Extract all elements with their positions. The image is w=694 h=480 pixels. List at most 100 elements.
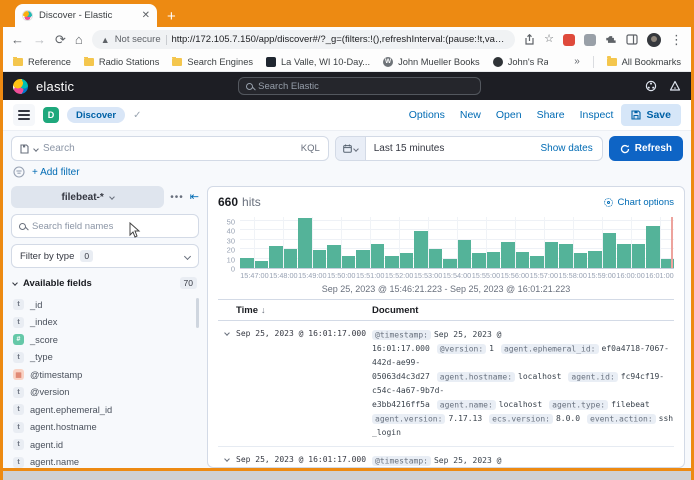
histogram-bar[interactable] (646, 226, 660, 268)
browser-menu-icon[interactable]: ⋮ (670, 33, 683, 46)
bookmarks-overflow-icon[interactable]: » (574, 56, 580, 67)
available-fields-header[interactable]: Available fields 70 (11, 274, 199, 290)
histogram-bar[interactable] (530, 256, 544, 268)
histogram-bar[interactable] (385, 256, 399, 268)
filter-by-type-select[interactable]: Filter by type 0 (11, 244, 199, 268)
not-secure-label[interactable]: Not secure (115, 34, 161, 45)
saved-query-icon[interactable] (20, 144, 29, 154)
menu-hamburger-icon[interactable] (13, 104, 35, 126)
toolbar-action-open[interactable]: Open (496, 109, 522, 121)
add-filter-link[interactable]: + Add filter (32, 167, 80, 178)
share-icon[interactable] (524, 34, 535, 45)
field-item[interactable]: t_type (11, 349, 199, 367)
histogram-bar[interactable] (371, 244, 385, 268)
histogram-bar[interactable] (617, 244, 631, 268)
all-bookmarks-button[interactable]: All Bookmarks (607, 57, 681, 67)
calendar-button[interactable] (336, 137, 366, 160)
breadcrumb[interactable]: Discover (67, 107, 125, 123)
bookmark-item[interactable]: WJohn Mueller Books (383, 57, 480, 67)
row-document[interactable]: @timestamp:Sep 25, 2023 @ 16:01:17.000@v… (372, 454, 674, 467)
histogram-bar[interactable] (458, 240, 472, 268)
histogram-bar[interactable] (632, 244, 646, 268)
histogram-bar[interactable] (269, 246, 283, 268)
global-search-input[interactable]: Search Elastic (238, 77, 481, 95)
histogram-bar[interactable] (356, 250, 370, 268)
time-range-value[interactable]: Last 15 minutes (366, 143, 541, 154)
histogram-bar[interactable] (545, 242, 559, 268)
histogram-bar[interactable] (574, 253, 588, 268)
forward-icon[interactable]: → (33, 33, 46, 46)
elastic-logo-icon[interactable] (13, 79, 28, 94)
field-item[interactable]: tagent.id (11, 436, 199, 454)
toolbar-action-options[interactable]: Options (409, 109, 445, 121)
refresh-button[interactable]: Refresh (609, 136, 683, 161)
new-tab-button[interactable]: + (167, 9, 176, 24)
reload-icon[interactable]: ⟳ (55, 33, 66, 46)
chevron-down-icon[interactable] (33, 146, 39, 152)
histogram-bar[interactable] (255, 261, 269, 268)
histogram-bar[interactable] (588, 251, 602, 268)
bookmark-item[interactable]: Radio Stations (84, 57, 159, 67)
field-item[interactable]: t@version (11, 384, 199, 402)
sidebar-scrollbar[interactable] (196, 298, 199, 328)
histogram-bar[interactable] (487, 252, 501, 268)
histogram-bar[interactable] (443, 259, 457, 268)
histogram-bar[interactable] (342, 256, 356, 268)
field-item[interactable]: #_score (11, 331, 199, 349)
address-bar[interactable]: ▲ Not secure http://172.105.7.150/app/di… (92, 30, 515, 49)
cluster-icon[interactable] (645, 80, 657, 92)
sidebar-options-icon[interactable]: ••• (170, 192, 184, 203)
kql-toggle[interactable]: KQL (301, 143, 320, 154)
time-column-header[interactable]: Time ↓ (236, 305, 372, 316)
histogram-bar[interactable] (501, 242, 515, 268)
expand-row-button[interactable] (218, 328, 236, 440)
histogram-bar[interactable] (603, 233, 617, 268)
chart-options-link[interactable]: Chart options (604, 197, 674, 208)
extension-red-icon[interactable] (563, 34, 575, 46)
back-icon[interactable]: ← (11, 33, 24, 46)
histogram-bar[interactable] (429, 249, 443, 268)
expand-row-button[interactable] (218, 454, 236, 467)
show-dates-link[interactable]: Show dates (540, 143, 601, 154)
bookmark-item[interactable]: Reference (13, 57, 71, 67)
histogram-bar[interactable] (414, 231, 428, 268)
histogram-bar[interactable] (240, 258, 254, 268)
histogram-bar[interactable] (400, 253, 414, 268)
browser-tab[interactable]: Discover - Elastic ✕ (15, 4, 157, 27)
bookmark-item[interactable]: La Valle, WI 10-Day... (266, 57, 370, 67)
save-button[interactable]: Save (621, 104, 681, 126)
histogram-bar[interactable] (516, 252, 530, 268)
tab-close-icon[interactable]: ✕ (142, 11, 150, 21)
field-search-input[interactable]: Search field names (11, 214, 199, 238)
alerts-icon[interactable] (669, 80, 681, 92)
toolbar-action-new[interactable]: New (460, 109, 481, 121)
url-text[interactable]: http://172.105.7.150/app/discover#/?_g=(… (171, 34, 506, 45)
histogram-bar[interactable] (313, 250, 327, 268)
sort-descending-icon[interactable]: ↓ (261, 305, 266, 315)
toolbar-action-share[interactable]: Share (537, 109, 565, 121)
histogram-bar[interactable] (559, 244, 573, 268)
query-search-input[interactable]: Search KQL (11, 136, 329, 161)
index-pattern-selector[interactable]: filebeat-* (11, 186, 164, 208)
profile-avatar[interactable] (647, 33, 661, 47)
field-item[interactable]: tagent.ephemeral_id (11, 401, 199, 419)
histogram-bar[interactable] (327, 245, 341, 268)
extension-gray-icon[interactable] (584, 34, 596, 46)
field-item[interactable]: t_id (11, 296, 199, 314)
bookmark-star-icon[interactable]: ☆ (544, 34, 554, 45)
field-item[interactable]: t_index (11, 314, 199, 332)
collapse-sidebar-icon[interactable]: ⇤ (190, 192, 199, 203)
field-item[interactable]: tagent.name (11, 454, 199, 469)
home-icon[interactable]: ⌂ (75, 33, 83, 46)
field-item[interactable]: ▦@timestamp (11, 366, 199, 384)
date-picker[interactable]: Last 15 minutes Show dates (335, 136, 603, 161)
bookmark-item[interactable]: Search Engines (172, 57, 253, 67)
toolbar-action-inspect[interactable]: Inspect (580, 109, 614, 121)
filter-menu-icon[interactable] (13, 166, 25, 178)
bookmark-item[interactable]: John's Random Tho... (493, 57, 549, 67)
extensions-puzzle-icon[interactable] (605, 34, 617, 46)
row-document[interactable]: @timestamp:Sep 25, 2023 @ 16:01:17.000@v… (372, 328, 674, 440)
histogram-bar[interactable] (472, 253, 486, 268)
field-item[interactable]: tagent.hostname (11, 419, 199, 437)
side-panel-icon[interactable] (626, 34, 638, 45)
